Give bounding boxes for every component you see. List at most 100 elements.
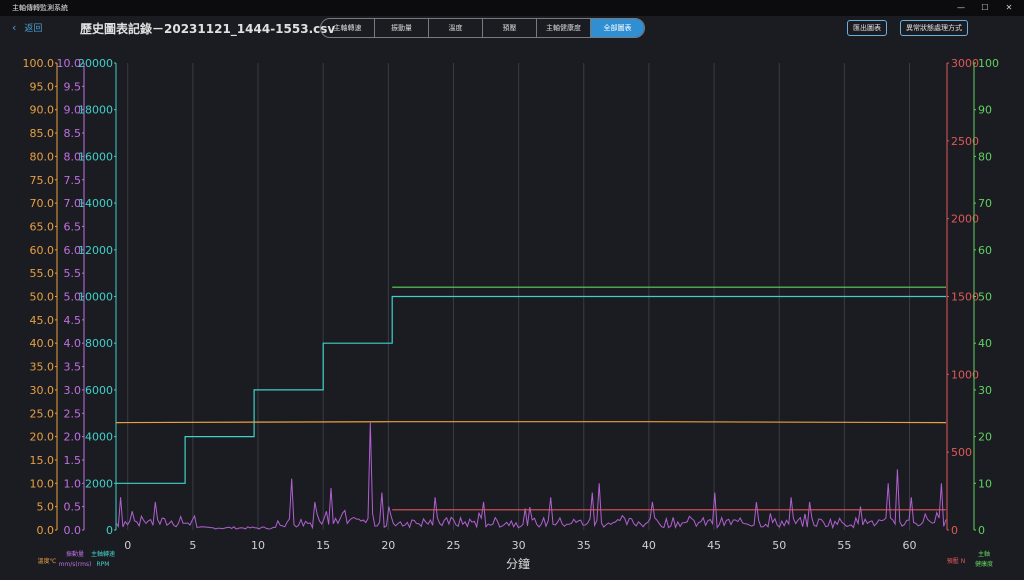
axis-tick-label: 80 — [978, 150, 992, 163]
axis-tick-label: 14000 — [78, 197, 113, 210]
axis-tick-label: 4.0 — [64, 337, 82, 350]
axis-tick-label: 50 — [978, 291, 992, 304]
tab-all-charts[interactable]: 全部圖表 — [591, 19, 644, 37]
axis-tick-label: 6000 — [85, 384, 113, 397]
axis-tick-label: 6.5 — [64, 220, 82, 233]
chart-area: 0.0 5.0 10.0 15.0 20.0 25.0 30.0 35.0 40.0 45.0 50… — [0, 44, 1024, 576]
axis-tick-label: 90.0 — [30, 104, 55, 117]
axis-tick-label: 100 — [978, 57, 999, 70]
axis-tick-label: 8.5 — [64, 127, 82, 140]
axis-tick-label: 0 — [951, 524, 958, 537]
axis-tick-label: 10000 — [78, 291, 113, 304]
axis-tick-label: 0 — [978, 524, 985, 537]
axis-caption: 健康度 — [975, 560, 993, 568]
axis-tick-label: 40.0 — [30, 337, 55, 350]
axis-tick-label: 9.5 — [64, 80, 82, 93]
header: ‹ 返回 歷史圖表記錄－20231121_1444-1553.csv 主軸轉速 振… — [0, 16, 1024, 40]
axis-tick-label: 60.0 — [30, 244, 55, 257]
axis-tick-label: 40 — [978, 337, 992, 350]
axis-tick-label: 3.5 — [64, 361, 82, 374]
x-tick-label: 50 — [772, 539, 786, 552]
axis-tick-label: 50.0 — [30, 291, 55, 304]
x-tick-label: 55 — [837, 539, 851, 552]
chart-tabs: 主軸轉速 振動量 溫度 預壓 主軸健康度 全部圖表 — [320, 18, 645, 38]
axis-tick-label: 90 — [978, 104, 992, 117]
close-icon[interactable]: ✕ — [996, 0, 1022, 16]
axis-tick-label: 15.0 — [30, 454, 55, 467]
x-tick-label: 35 — [577, 539, 591, 552]
axis-tick-label: 80.0 — [30, 150, 55, 163]
axis-tick-label: 65.0 — [30, 220, 55, 233]
axis-caption: 預壓 N — [947, 557, 965, 565]
axis-tick-label: 7.5 — [64, 174, 82, 187]
axis-tick-label: 0.5 — [64, 501, 82, 514]
axis-tick-label: 25.0 — [30, 407, 55, 420]
title-bar: 主軸傳轉監測系統 — ☐ ✕ — [0, 0, 1024, 16]
x-tick-label: 0 — [124, 539, 131, 552]
back-button[interactable]: ‹ 返回 — [12, 21, 42, 34]
x-tick-label: 15 — [316, 539, 330, 552]
abnormal-handling-button[interactable]: 異常狀態處理方式 — [900, 20, 968, 36]
axis-caption: 主軸 — [978, 550, 990, 558]
axis-tick-label: 60 — [978, 244, 992, 257]
tab-preload[interactable]: 預壓 — [483, 19, 537, 37]
axis-tick-label: 70.0 — [30, 197, 55, 210]
axis-tick-label: 0.0 — [37, 524, 55, 537]
axis-tick-label: 3.0 — [64, 384, 82, 397]
axis-tick-label: 30 — [978, 384, 992, 397]
series-spindle-speed — [116, 295, 946, 484]
axis-tick-label: 2.0 — [64, 431, 82, 444]
x-tick-label: 40 — [642, 539, 656, 552]
axis-tick-label: 16000 — [78, 150, 113, 163]
axis-tick-label: 2.5 — [64, 407, 82, 420]
axis-tick-label: 30.0 — [30, 384, 55, 397]
axis-tick-label: 8000 — [85, 337, 113, 350]
axis-tick-label: 4.5 — [64, 314, 82, 327]
axis-caption: 主軸轉速 — [91, 550, 115, 558]
axis-tick-label: 55.0 — [30, 267, 55, 280]
series-vibration — [115, 422, 947, 530]
axis-tick-label: 20 — [978, 431, 992, 444]
axis-tick-label: 2500 — [951, 135, 979, 148]
axis-tick-label: 0 — [106, 524, 113, 537]
x-tick-label: 20 — [381, 539, 395, 552]
series-temperature — [115, 421, 947, 424]
maximize-icon[interactable]: ☐ — [972, 0, 998, 16]
axis-tick-label: 95.0 — [30, 80, 55, 93]
axis-tick-label: 1.5 — [64, 454, 82, 467]
axis-tick-label: 5.0 — [37, 501, 55, 514]
app-title: 主軸傳轉監測系統 — [12, 4, 68, 12]
tab-vibration[interactable]: 振動量 — [375, 19, 429, 37]
x-axis-label: 分鐘 — [506, 556, 530, 571]
axis-tick-label: 12000 — [78, 244, 113, 257]
x-tick-label: 60 — [903, 539, 917, 552]
axis-tick-label: 10 — [978, 477, 992, 490]
tab-spindle-health[interactable]: 主軸健康度 — [537, 19, 591, 37]
axis-caption: 振動量 — [66, 550, 84, 558]
x-tick-label: 5 — [189, 539, 196, 552]
axis-caption: RPM — [97, 561, 110, 568]
axis-tick-label: 10.0 — [30, 477, 55, 490]
axis-tick-label: 18000 — [78, 104, 113, 117]
back-label: 返回 — [24, 24, 43, 34]
chevron-left-icon: ‹ — [12, 21, 17, 34]
tab-temperature[interactable]: 溫度 — [429, 19, 483, 37]
history-chart: 0.05.010.015.020.025.030.035.040.045.050… — [23, 57, 1000, 571]
axis-tick-label: 20.0 — [30, 431, 55, 444]
tab-spindle-speed[interactable]: 主軸轉速 — [321, 19, 375, 37]
axis-tick-label: 4000 — [85, 431, 113, 444]
page-title: 歷史圖表記錄－20231121_1444-1553.csv — [80, 22, 336, 36]
axis-tick-label: 2000 — [85, 477, 113, 490]
export-chart-button[interactable]: 匯出圖表 — [847, 20, 887, 36]
axis-caption: mm/s(rms) — [59, 561, 92, 568]
axis-caption: 溫度℃ — [38, 557, 57, 565]
axis-tick-label: 75.0 — [30, 174, 55, 187]
axis-tick-label: 5.5 — [64, 267, 82, 280]
axis-tick-label: 45.0 — [30, 314, 55, 327]
axis-tick-label: 0.0 — [64, 524, 82, 537]
axis-tick-label: 500 — [951, 446, 972, 459]
axis-tick-label: 70 — [978, 197, 992, 210]
axis-tick-label: 1000 — [951, 368, 979, 381]
minimize-icon[interactable]: — — [948, 0, 974, 16]
axis-tick-label: 2000 — [951, 213, 979, 226]
